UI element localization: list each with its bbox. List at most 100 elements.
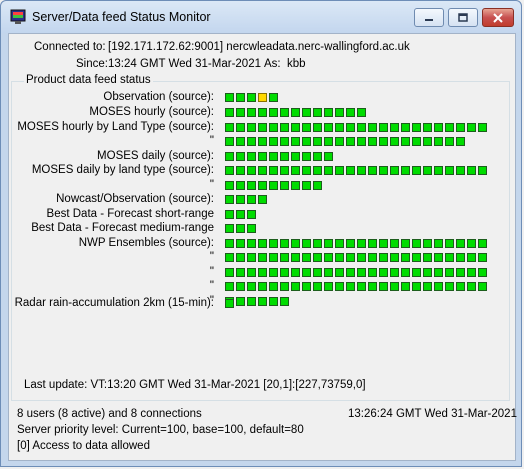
status-square-ok <box>368 253 377 262</box>
status-square-ok <box>368 137 377 146</box>
status-square-ok <box>291 123 300 132</box>
status-square-ok <box>412 268 421 277</box>
minimize-button[interactable] <box>414 8 444 27</box>
feed-label: Nowcast/Observation (source): <box>56 193 214 205</box>
status-square-ok <box>324 282 333 291</box>
monitor-app-icon[interactable] <box>10 9 26 25</box>
status-square-ok <box>258 195 267 204</box>
status-square-ok <box>357 253 366 262</box>
status-square-ok <box>467 123 476 132</box>
clock: 13:26:24 GMT Wed 31-Mar-2021 <box>348 408 517 420</box>
status-square-ok <box>434 268 443 277</box>
status-square-ok <box>412 239 421 248</box>
status-square-ok <box>247 123 256 132</box>
status-square-ok <box>346 166 355 175</box>
status-square-ok <box>258 239 267 248</box>
status-square-ok <box>236 123 245 132</box>
status-square-ok <box>225 239 234 248</box>
status-square-ok <box>280 108 289 117</box>
status-square-ok <box>456 123 465 132</box>
status-square-ok <box>236 166 245 175</box>
status-square-ok <box>247 195 256 204</box>
status-square-ok <box>313 268 322 277</box>
status-square-ok <box>280 137 289 146</box>
status-square-ok <box>291 152 300 161</box>
status-square-ok <box>302 253 311 262</box>
as-value: kbb <box>287 58 306 70</box>
status-square-ok <box>280 297 289 306</box>
status-square-ok <box>412 123 421 132</box>
status-square-ok <box>291 239 300 248</box>
status-square-ok <box>236 108 245 117</box>
status-square-ok <box>401 137 410 146</box>
status-square-ok <box>313 282 322 291</box>
status-square-ok <box>236 93 245 102</box>
status-square-ok <box>324 166 333 175</box>
status-square-ok <box>236 181 245 190</box>
status-square-ok <box>357 239 366 248</box>
status-square-ok <box>225 181 234 190</box>
status-square-ok <box>269 268 278 277</box>
status-square-ok <box>247 297 256 306</box>
status-square-ok <box>401 282 410 291</box>
status-square-ok <box>390 239 399 248</box>
status-square-ok <box>313 166 322 175</box>
status-square-ok <box>302 166 311 175</box>
status-square-ok <box>225 210 234 219</box>
status-square-ok <box>258 268 267 277</box>
status-square-ok <box>247 108 256 117</box>
status-square-ok <box>346 239 355 248</box>
status-square-ok <box>324 152 333 161</box>
status-square-ok <box>291 181 300 190</box>
status-square-ok <box>280 282 289 291</box>
status-square-ok <box>445 166 454 175</box>
status-square-ok <box>247 253 256 262</box>
status-square-ok <box>478 166 487 175</box>
status-square-ok <box>412 253 421 262</box>
status-square-ok <box>236 253 245 262</box>
maximize-icon <box>458 12 468 22</box>
status-square-ok <box>379 166 388 175</box>
status-square-ok <box>280 123 289 132</box>
connected-label: Connected to: <box>34 41 106 53</box>
status-square-ok <box>236 210 245 219</box>
status-square-ok <box>302 239 311 248</box>
status-square-ok <box>401 239 410 248</box>
status-square-ok <box>247 137 256 146</box>
status-square-ok <box>313 108 322 117</box>
feed-label: NWP Ensembles (source): <box>78 237 214 249</box>
users-status: 8 users (8 active) and 8 connections <box>17 408 202 420</box>
close-button[interactable] <box>482 8 514 27</box>
status-square-ok <box>434 137 443 146</box>
status-square-ok <box>335 239 344 248</box>
status-square-ok <box>258 253 267 262</box>
status-square-ok <box>456 166 465 175</box>
status-square-ok <box>280 253 289 262</box>
status-square-ok <box>346 282 355 291</box>
since-value: 13:24 GMT Wed 31-Mar-2021 <box>108 58 261 70</box>
status-square-ok <box>225 93 234 102</box>
status-square-ok <box>335 166 344 175</box>
status-square-ok <box>324 268 333 277</box>
title-bar[interactable]: Server/Data feed Status Monitor <box>1 1 521 33</box>
status-square-ok <box>225 282 234 291</box>
since-label: Since: <box>76 58 108 70</box>
status-square-ok <box>324 137 333 146</box>
status-square-ok <box>346 268 355 277</box>
status-square-ok <box>269 297 278 306</box>
status-square-ok <box>423 123 432 132</box>
status-square-ok <box>302 181 311 190</box>
status-square-ok <box>225 253 234 262</box>
status-square-ok <box>379 123 388 132</box>
feed-label: MOSES hourly (source): <box>89 106 214 118</box>
status-square-ok <box>269 152 278 161</box>
access-status: [0] Access to data allowed <box>17 440 150 452</box>
status-square-ok <box>445 268 454 277</box>
status-square-ok <box>379 137 388 146</box>
status-square-ok <box>280 268 289 277</box>
maximize-button[interactable] <box>448 8 478 27</box>
status-square-ok <box>445 253 454 262</box>
status-square-ok <box>324 253 333 262</box>
status-square-ok <box>335 137 344 146</box>
status-square-ok <box>368 268 377 277</box>
